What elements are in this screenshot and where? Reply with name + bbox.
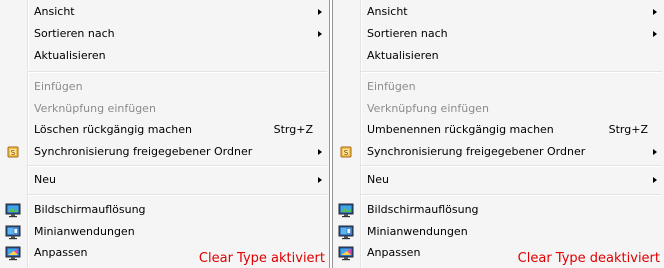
menu-item-view[interactable]: Ansicht [0, 1, 329, 23]
menu-item-label: Ansicht [367, 5, 408, 18]
menu-separator [28, 71, 327, 73]
menu-item-gadgets[interactable]: Minianwendungen [0, 221, 329, 243]
menu-item-label: Bildschirmauflösung [34, 203, 146, 216]
menu-item-screen-resolution[interactable]: Bildschirmauflösung [0, 199, 329, 221]
menu-item-sync-shared-folders[interactable]: S Synchronisierung freigegebener Ordner [333, 141, 664, 163]
menu-item-label: Synchronisierung freigegebener Ordner [34, 145, 253, 158]
menu-item-sort-by[interactable]: Sortieren nach [333, 23, 664, 45]
menu-item-label: Minianwendungen [367, 225, 468, 238]
menu-item-paste: Einfügen [0, 76, 329, 98]
menu-item-sync-shared-folders[interactable]: S Synchronisierung freigegebener Ordner [0, 141, 329, 163]
submenu-arrow-icon [653, 9, 657, 15]
sync-folder-icon: S [7, 146, 19, 158]
menu-item-undo-rename[interactable]: Umbenennen rückgängig machen Strg+Z [333, 119, 664, 141]
menu-item-label: Aktualisieren [34, 49, 106, 62]
menu-item-refresh[interactable]: Aktualisieren [0, 45, 329, 67]
menu-item-label: Synchronisierung freigegebener Ordner [367, 145, 586, 158]
menu-separator [361, 194, 662, 196]
submenu-arrow-icon [318, 9, 322, 15]
menu-separator [28, 194, 327, 196]
menu-separator [361, 165, 662, 167]
personalize-icon [5, 246, 21, 261]
context-menu-cleartype-on: Ansicht Sortieren nach Aktualisieren Ein… [0, 0, 330, 268]
menu-item-paste-shortcut: Verknüpfung einfügen [333, 98, 664, 120]
caption-cleartype-on: Clear Type aktiviert [198, 251, 325, 266]
submenu-arrow-icon [653, 177, 657, 183]
screen-resolution-icon [5, 203, 21, 218]
menu-item-label: Neu [367, 173, 389, 186]
menu-item-shortcut: Strg+Z [608, 123, 648, 136]
menu-item-refresh[interactable]: Aktualisieren [333, 45, 664, 67]
menu-item-label: Minianwendungen [34, 225, 135, 238]
menu-item-new[interactable]: Neu [0, 169, 329, 191]
menu-item-label: Verknüpfung einfügen [34, 102, 156, 115]
menu-separator [361, 71, 662, 73]
menu-item-view[interactable]: Ansicht [333, 1, 664, 23]
menu-separator [28, 165, 327, 167]
gadgets-icon [338, 225, 354, 240]
menu-item-paste: Einfügen [333, 76, 664, 98]
submenu-arrow-icon [318, 31, 322, 37]
menu-item-label: Anpassen [34, 246, 88, 259]
sync-folder-icon: S [340, 146, 352, 158]
menu-item-screen-resolution[interactable]: Bildschirmauflösung [333, 199, 664, 221]
submenu-arrow-icon [318, 177, 322, 183]
menu-item-label: Einfügen [34, 80, 83, 93]
menu-item-label: Verknüpfung einfügen [367, 102, 489, 115]
caption-cleartype-off: Clear Type deaktiviert [517, 251, 660, 266]
svg-text:S: S [344, 149, 349, 157]
submenu-arrow-icon [653, 31, 657, 37]
menu-item-undo-delete[interactable]: Löschen rückgängig machen Strg+Z [0, 119, 329, 141]
menu-item-label: Einfügen [367, 80, 416, 93]
menu-item-label: Löschen rückgängig machen [34, 123, 192, 136]
menu-item-sort-by[interactable]: Sortieren nach [0, 23, 329, 45]
menu-item-gadgets[interactable]: Minianwendungen [333, 221, 664, 243]
menu-item-label: Bildschirmauflösung [367, 203, 479, 216]
svg-text:S: S [11, 149, 16, 157]
menu-item-label: Sortieren nach [34, 27, 115, 40]
context-menu-cleartype-off: Ansicht Sortieren nach Aktualisieren Ein… [332, 0, 664, 268]
menu-item-shortcut: Strg+Z [273, 123, 313, 136]
menu-item-label: Anpassen [367, 246, 421, 259]
menu-item-label: Aktualisieren [367, 49, 439, 62]
menu-item-label: Umbenennen rückgängig machen [367, 123, 554, 136]
submenu-arrow-icon [318, 149, 322, 155]
menu-item-paste-shortcut: Verknüpfung einfügen [0, 98, 329, 120]
screen-resolution-icon [338, 203, 354, 218]
menu-item-label: Ansicht [34, 5, 75, 18]
menu-item-new[interactable]: Neu [333, 169, 664, 191]
gadgets-icon [5, 225, 21, 240]
menu-item-label: Neu [34, 173, 56, 186]
personalize-icon [338, 246, 354, 261]
submenu-arrow-icon [653, 149, 657, 155]
menu-item-label: Sortieren nach [367, 27, 448, 40]
